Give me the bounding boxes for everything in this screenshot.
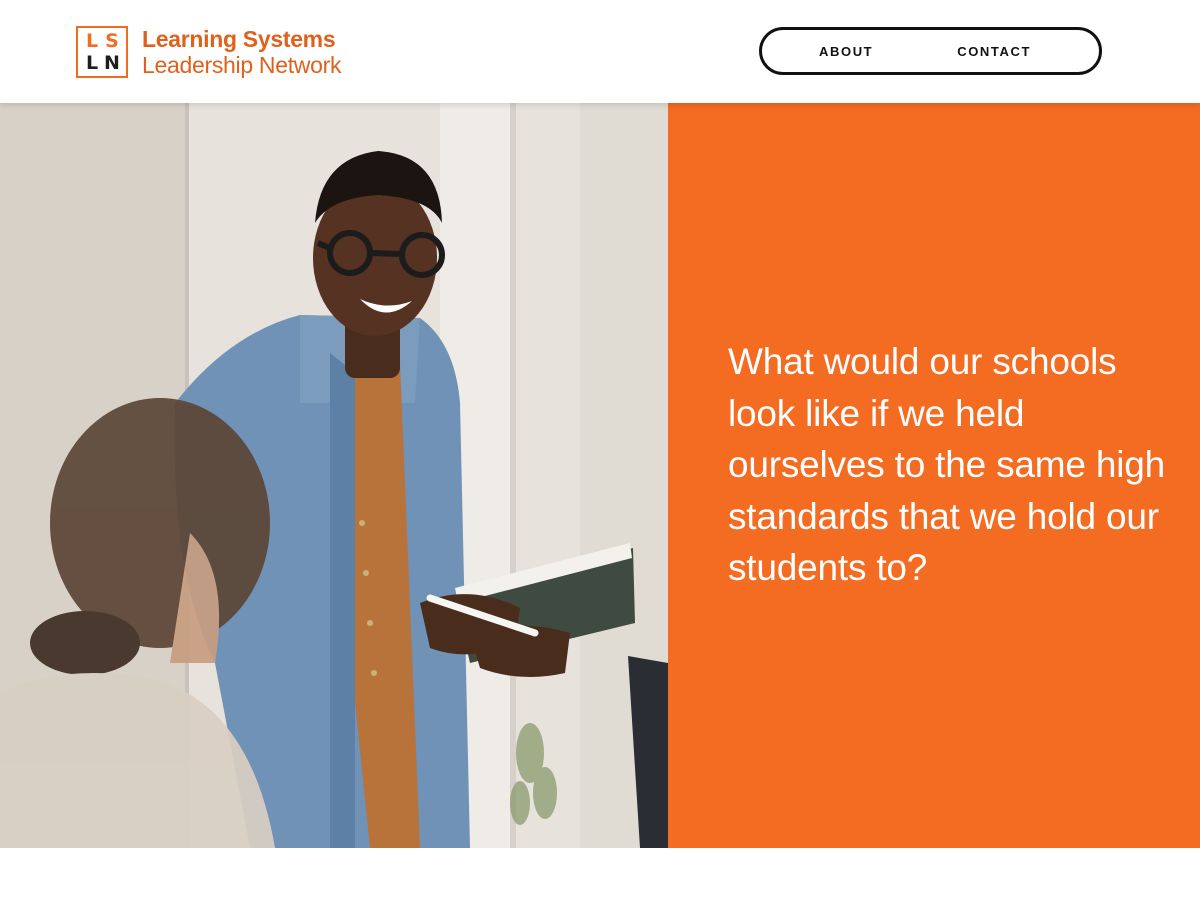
intro-section — [0, 848, 1200, 900]
brand-name-line2: Leadership Network — [142, 52, 342, 78]
site-header: L S L N Learning Systems Leadership Netw… — [0, 0, 1200, 103]
hero-quote-panel: What would our schools look like if we h… — [668, 103, 1200, 848]
brand-name-line1: Learning Systems — [142, 26, 336, 52]
logo-wordmark: Learning Systems Leadership Network — [142, 26, 341, 78]
logo-mark-letter: N — [104, 51, 120, 74]
nav-contact-link[interactable]: CONTACT — [957, 44, 1031, 59]
teacher-photo-icon — [0, 103, 668, 848]
logo-mark-letter: L — [85, 51, 99, 74]
logo-mark-letter: S — [105, 29, 119, 52]
nav-about-link[interactable]: ABOUT — [819, 44, 873, 59]
site-logo[interactable]: L S L N Learning Systems Leadership Netw… — [76, 26, 341, 78]
logo-mark-icon: L S L N — [76, 26, 128, 78]
hero-photo — [0, 103, 668, 848]
main-nav: ABOUT CONTACT — [759, 27, 1102, 75]
hero-section: What would our schools look like if we h… — [0, 103, 1200, 848]
hero-quote: What would our schools look like if we h… — [728, 341, 1165, 589]
logo-mark-letter: L — [85, 29, 99, 52]
